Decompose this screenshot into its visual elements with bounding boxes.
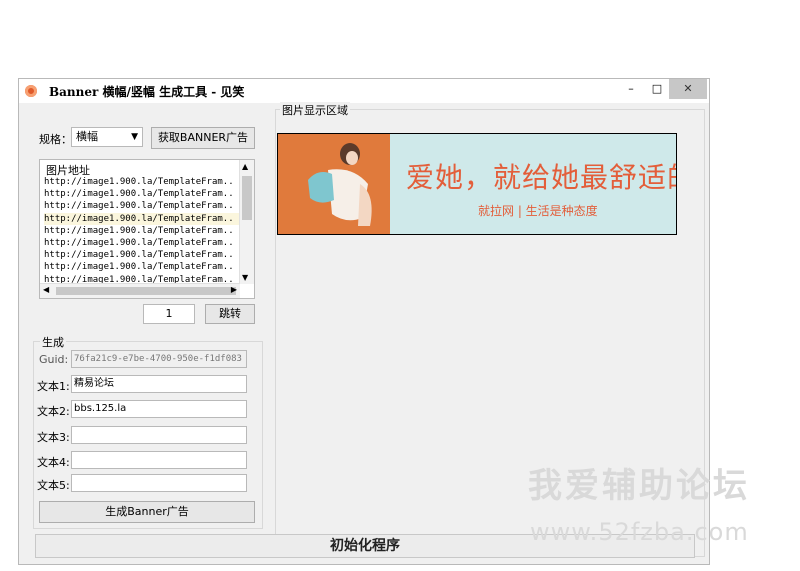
close-button[interactable]: ✕ — [669, 79, 707, 99]
image-url-list[interactable]: 图片地址 http://image1.900.la/TemplateFram..… — [39, 159, 255, 299]
maximize-button[interactable]: □ — [643, 79, 671, 99]
text3-field[interactable] — [71, 426, 247, 444]
guid-field[interactable]: 76fa21c9-e7be-4700-950e-f1df083 — [71, 350, 247, 368]
text5-field[interactable] — [71, 474, 247, 492]
generate-banner-button[interactable]: 生成Banner广告 — [39, 501, 255, 523]
text3-label: 文本3: — [37, 431, 70, 444]
text4-label: 文本4: — [37, 456, 70, 469]
banner-tagline: 就拉网 | 生活是种态度 — [478, 204, 598, 218]
list-item[interactable]: http://image1.900.la/TemplateFram.. — [44, 176, 240, 188]
scroll-up-icon[interactable]: ▲ — [242, 162, 248, 171]
jump-button[interactable]: 跳转 — [205, 304, 255, 324]
list-item[interactable]: http://image1.900.la/TemplateFram.. — [44, 188, 240, 200]
title-bar[interactable]: Banner 横幅/竖幅 生成工具 - 见笑 – □ ✕ — [19, 79, 709, 103]
list-item[interactable]: http://image1.900.la/TemplateFram.. — [44, 249, 240, 261]
display-area-label: 图片显示区域 — [280, 102, 350, 118]
scroll-down-icon[interactable]: ▼ — [242, 273, 248, 282]
horizontal-scrollbar[interactable]: ◀ ▶ — [40, 283, 240, 298]
list-rows: http://image1.900.la/TemplateFram.. http… — [44, 176, 240, 286]
text2-field[interactable]: bbs.125.la — [71, 400, 247, 418]
scroll-left-icon[interactable]: ◀ — [43, 285, 49, 294]
list-item[interactable]: http://image1.900.la/TemplateFram.. — [44, 237, 240, 249]
text1-label: 文本1: — [37, 380, 70, 393]
scroll-thumb[interactable] — [242, 176, 252, 220]
generate-group-label: 生成 — [40, 334, 66, 350]
spec-select-value: 横幅 — [76, 130, 98, 143]
guid-label: Guid: — [39, 353, 69, 366]
list-item[interactable]: http://image1.900.la/TemplateFram.. — [44, 200, 240, 212]
spec-select[interactable]: 横幅 ▼ — [71, 127, 143, 147]
text1-field[interactable]: 精易论坛 — [71, 375, 247, 393]
get-banner-button[interactable]: 获取BANNER广告 — [151, 127, 255, 149]
page-number-input[interactable]: 1 — [143, 304, 195, 324]
watermark-url: www.52fzba.com — [530, 518, 749, 546]
chevron-down-icon: ▼ — [131, 132, 138, 142]
text2-label: 文本2: — [37, 405, 70, 418]
banner-image: 爱她，就给她最舒适的一切 就拉网 | 生活是种态度 — [277, 133, 677, 235]
list-item[interactable]: http://image1.900.la/TemplateFram.. — [44, 225, 240, 237]
list-item[interactable]: http://image1.900.la/TemplateFram.. — [44, 261, 240, 273]
list-item-selected[interactable]: http://image1.900.la/TemplateFram.. — [44, 212, 240, 225]
window-title: Banner 横幅/竖幅 生成工具 - 见笑 — [49, 85, 245, 99]
watermark-text: 我爱辅助论坛 — [528, 466, 750, 506]
text4-field[interactable] — [71, 451, 247, 469]
app-icon — [25, 85, 37, 97]
text5-label: 文本5: — [37, 479, 70, 492]
minimize-button[interactable]: – — [617, 79, 645, 99]
vertical-scrollbar[interactable]: ▲ ▼ — [239, 160, 254, 284]
hscroll-thumb[interactable] — [56, 287, 236, 295]
banner-slogan: 爱她，就给她最舒适的一切 — [406, 161, 676, 194]
scroll-right-icon[interactable]: ▶ — [231, 285, 237, 294]
woman-figure-icon — [298, 140, 378, 230]
spec-label: 规格： — [39, 133, 72, 146]
